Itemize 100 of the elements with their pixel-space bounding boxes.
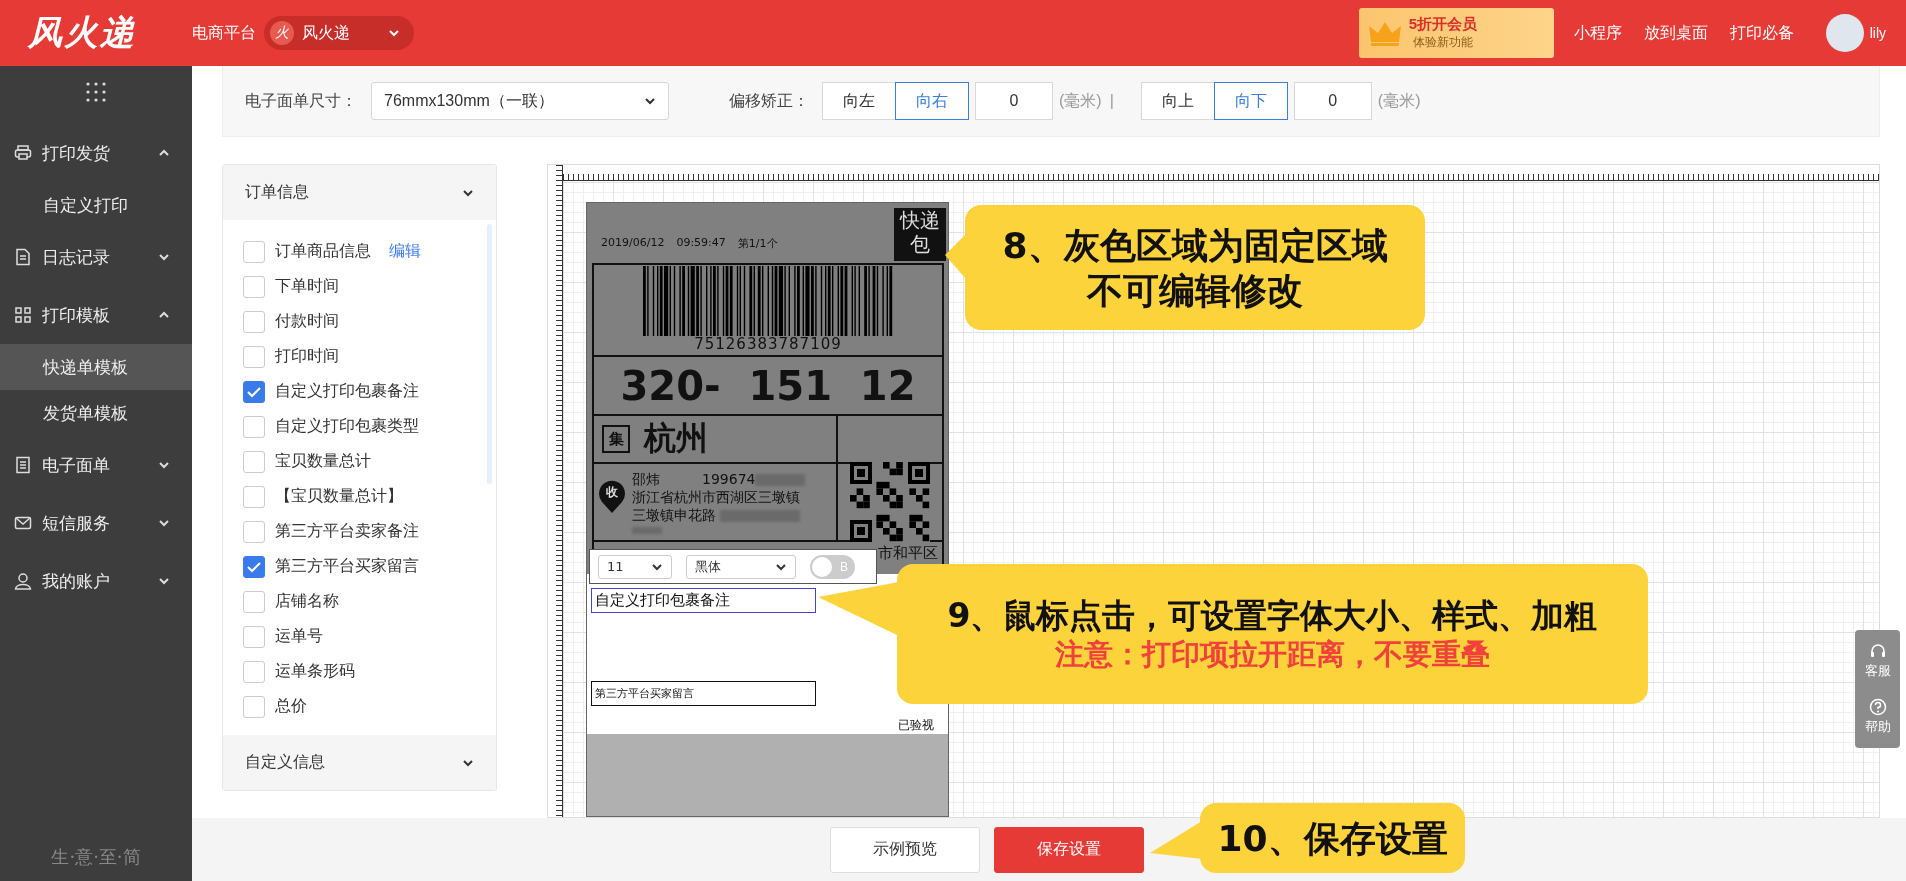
preview-button[interactable]: 示例预览 [830, 826, 980, 873]
save-button[interactable]: 保存设置 [994, 826, 1144, 873]
font-face-select[interactable]: 黑体 [686, 554, 796, 579]
direction-button[interactable]: 向下 [1213, 82, 1288, 120]
checkbox-label: 付款时间 [275, 311, 339, 331]
checkbox[interactable] [243, 240, 265, 263]
checkbox-label: 订单商品信息 [275, 241, 371, 261]
package-count: 第1/1个 [737, 236, 778, 251]
sidebar-subitem[interactable]: 自定义打印 [0, 182, 192, 228]
recipient-label: 收 [605, 484, 619, 501]
checkbox[interactable] [243, 695, 265, 718]
edit-link[interactable]: 编辑 [389, 241, 421, 262]
destination-city: 杭州 [644, 418, 708, 459]
recipient-name: 邵炜 [632, 470, 660, 488]
sidebar-item[interactable]: 短信服务 [0, 494, 192, 552]
callout-text: 9、鼠标点击，可设置字体大小、样式、加粗 [947, 595, 1598, 637]
print-field[interactable]: 第三方平台买家留言 [591, 681, 816, 706]
checkmark-icon [247, 560, 261, 573]
sidebar-item[interactable]: 打印发货 [0, 124, 192, 182]
member-promo[interactable]: 5折开会员 体验新功能 [1358, 8, 1554, 58]
checkbox[interactable] [243, 625, 265, 648]
section-header[interactable]: 自定义信息 [223, 735, 496, 790]
sort-code: 320- 151 12 [620, 362, 916, 409]
recipient-phone: 199674 [702, 471, 756, 487]
top-link[interactable]: 放到桌面 [1643, 22, 1708, 44]
direction-button[interactable]: 向左 [822, 82, 896, 120]
print-time: 09:59:47 [676, 236, 726, 251]
checkbox[interactable] [243, 555, 265, 578]
section-header[interactable]: 订单信息 [223, 165, 496, 220]
callout-text: 不可编辑修改 [1087, 268, 1303, 313]
callout-text: 8、灰色区域为固定区域 [1002, 223, 1388, 268]
sidebar-item[interactable]: 日志记录 [0, 228, 192, 286]
apps-grid-icon[interactable] [86, 82, 106, 102]
unit-label: (毫米) [1377, 90, 1421, 111]
promo-title: 5折开会员 [1408, 15, 1477, 33]
size-label: 电子面单尺寸： [245, 90, 357, 111]
offset-label: 偏移矫正： [729, 90, 809, 111]
offset-input[interactable]: 0 [1293, 82, 1372, 120]
checkbox-label: 自定义打印包裹备注 [275, 381, 419, 401]
print-date: 2019/06/12 [601, 236, 665, 251]
scrollbar-thumb[interactable] [487, 224, 492, 484]
checkbox-label: 第三方平台卖家备注 [275, 521, 419, 541]
top-link[interactable]: 小程序 [1573, 22, 1622, 44]
inspected-text: 已验视 [898, 717, 934, 734]
font-size-select[interactable]: 11 [598, 554, 672, 579]
caret-icon [644, 95, 656, 107]
platform-label: 电商平台 [192, 22, 256, 43]
address-line: 三墩镇申花路 [632, 507, 716, 523]
checkbox-label: 下单时间 [275, 276, 339, 296]
checkbox-label: 店铺名称 [275, 591, 339, 611]
checkbox-label: 宝贝数量总计 [275, 451, 371, 471]
location-pin-icon [598, 480, 626, 514]
mail-icon [14, 514, 32, 532]
checkbox[interactable] [243, 485, 265, 508]
checkbox[interactable] [243, 310, 265, 333]
slogan-text: 生·意·至·简 [51, 845, 141, 869]
shop-selector[interactable]: 火 风火递 [264, 16, 414, 50]
barcode-number: 75126383787109 [694, 336, 842, 352]
checkbox-label: 总价 [275, 696, 307, 716]
checkbox[interactable] [243, 660, 265, 683]
checkbox-label: 自定义打印包裹类型 [275, 416, 419, 436]
address-line: 浙江省杭州市西湖区三墩镇 [632, 489, 800, 505]
direction-button[interactable]: 向右 [895, 82, 969, 120]
checkbox[interactable] [243, 380, 265, 403]
checkbox-label: 运单号 [275, 626, 323, 646]
unit-label: (毫米) [1059, 90, 1102, 111]
print-field[interactable]: 自定义打印包裹备注 [591, 588, 816, 613]
sidebar-subitem[interactable]: 快递单模板 [0, 344, 192, 390]
checkbox[interactable] [243, 590, 265, 613]
express-mark: 快递 包 [894, 208, 946, 261]
document-icon [14, 248, 32, 266]
hub-label: 集 [602, 425, 630, 453]
checkbox[interactable] [243, 275, 265, 298]
checkmark-icon [247, 385, 261, 398]
checkbox[interactable] [243, 345, 265, 368]
top-link[interactable]: 打印必备 [1729, 22, 1794, 44]
sidebar-item[interactable]: 我的账户 [0, 552, 192, 610]
printer-icon [14, 144, 32, 162]
size-select[interactable]: 76mmx130mm（一联） [371, 82, 669, 120]
sidebar-subitem[interactable]: 发货单模板 [0, 390, 192, 436]
user-icon [14, 572, 32, 590]
checkbox-label: 【宝贝数量总计】 [275, 486, 403, 506]
checkbox-label: 第三方平台买家留言 [275, 556, 419, 576]
user-avatar[interactable] [1825, 14, 1864, 52]
sidebar-item[interactable]: 电子面单 [0, 436, 192, 494]
logo-text: 风火递 [28, 11, 137, 54]
headset-icon [1868, 642, 1887, 660]
callout-text: 注意：打印项拉开距离，不要重叠 [1055, 636, 1490, 673]
checkbox[interactable] [243, 520, 265, 543]
sidebar-item[interactable]: 打印模板 [0, 286, 192, 344]
direction-button[interactable]: 向上 [1140, 82, 1215, 120]
checkbox[interactable] [243, 450, 265, 473]
help-icon [1868, 698, 1887, 716]
district-text: 市和平区 [878, 544, 938, 564]
callout-text: 10、保存设置 [1217, 816, 1448, 861]
user-name[interactable]: lily [1869, 25, 1886, 41]
promo-subtitle: 体验新功能 [1412, 34, 1473, 51]
checkbox[interactable] [243, 415, 265, 438]
grid-icon [14, 306, 32, 324]
offset-input[interactable]: 0 [975, 82, 1053, 120]
